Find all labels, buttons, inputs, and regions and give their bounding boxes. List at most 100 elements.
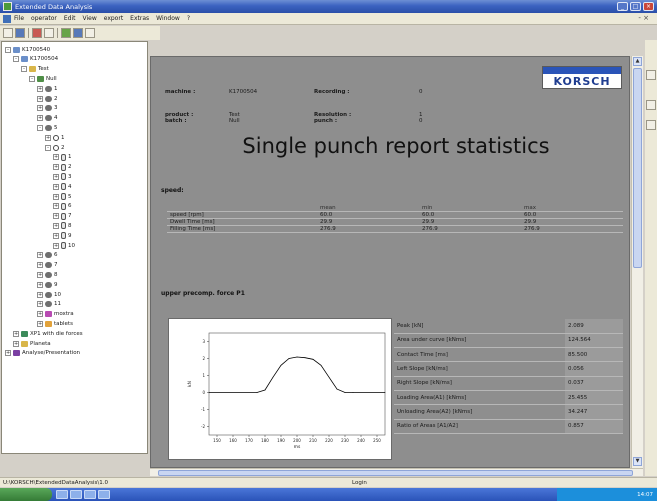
- taskbar-app-icon[interactable]: [56, 490, 68, 499]
- expand-icon[interactable]: +: [37, 105, 43, 112]
- collapse-icon[interactable]: -: [5, 46, 11, 53]
- taskbar-app-icon[interactable]: [70, 490, 82, 499]
- save-icon[interactable]: [3, 28, 13, 38]
- expand-icon[interactable]: +: [53, 173, 59, 180]
- horizontal-scrollbar[interactable]: [150, 468, 643, 476]
- tree-item[interactable]: + Analyse/Presentation: [5, 349, 80, 358]
- tree-item[interactable]: + tablets: [37, 319, 73, 328]
- tree-item[interactable]: -2: [45, 143, 65, 152]
- project-tree[interactable]: - K1700540- K1700504- Test - Null +1 +2 +3 +4-5 +1…: [1, 41, 148, 454]
- expand-icon[interactable]: +: [37, 271, 43, 278]
- help-icon[interactable]: [85, 28, 95, 38]
- menu-window[interactable]: Window: [156, 15, 180, 22]
- expand-icon[interactable]: +: [53, 164, 59, 171]
- expand-icon[interactable]: +: [37, 262, 43, 269]
- expand-icon[interactable]: +: [37, 95, 43, 102]
- side-tool-icon[interactable]: [646, 70, 656, 80]
- expand-icon[interactable]: +: [45, 134, 51, 141]
- tree-item[interactable]: + moxtra: [37, 310, 74, 319]
- punch-icon: [45, 252, 52, 259]
- tree-item[interactable]: +4: [37, 114, 58, 123]
- tree-item[interactable]: + Planeta: [13, 339, 51, 348]
- taskbar-app-icon[interactable]: [98, 490, 110, 499]
- chart-icon[interactable]: [61, 28, 71, 38]
- tree-item[interactable]: +10: [53, 241, 75, 250]
- tree-item[interactable]: +6: [37, 251, 58, 260]
- tree-item[interactable]: +7: [37, 261, 58, 270]
- close-button[interactable]: ×: [643, 2, 654, 11]
- tree-item[interactable]: +3: [37, 104, 58, 113]
- expand-icon[interactable]: +: [53, 154, 59, 161]
- tree-item[interactable]: +11: [37, 300, 61, 309]
- expand-icon[interactable]: +: [53, 242, 59, 249]
- vertical-scrollbar[interactable]: ▲ ▼: [631, 56, 643, 468]
- expand-icon[interactable]: +: [53, 183, 59, 190]
- tree-item[interactable]: +10: [37, 290, 61, 299]
- tree-item[interactable]: +1: [53, 153, 72, 162]
- expand-icon[interactable]: +: [37, 281, 43, 288]
- menu-file[interactable]: File: [14, 15, 24, 22]
- tree-item[interactable]: +9: [53, 231, 72, 240]
- tree-item[interactable]: - K1700540: [5, 45, 50, 54]
- maximize-button[interactable]: □: [630, 2, 641, 11]
- tree-item[interactable]: +8: [53, 221, 72, 230]
- tree-item[interactable]: - K1700504: [13, 55, 58, 64]
- tree-item[interactable]: +2: [53, 163, 72, 172]
- tree-item[interactable]: +8: [37, 270, 58, 279]
- collapse-icon[interactable]: -: [21, 66, 27, 73]
- side-tool-icon[interactable]: [646, 120, 656, 130]
- expand-icon[interactable]: +: [37, 301, 43, 308]
- tree-item[interactable]: +4: [53, 182, 72, 191]
- expand-icon[interactable]: +: [37, 115, 43, 122]
- expand-icon[interactable]: +: [5, 350, 11, 357]
- expand-icon[interactable]: +: [37, 311, 43, 318]
- collapse-icon[interactable]: -: [29, 75, 35, 82]
- tree-item[interactable]: +5: [53, 192, 72, 201]
- menu-export[interactable]: export: [104, 15, 123, 22]
- expand-icon[interactable]: +: [13, 340, 19, 347]
- expand-icon[interactable]: +: [13, 330, 19, 337]
- scroll-down-button[interactable]: ▼: [633, 457, 642, 466]
- tree-item[interactable]: +2: [37, 94, 58, 103]
- expand-icon[interactable]: +: [53, 222, 59, 229]
- scroll-thumb[interactable]: [633, 68, 642, 268]
- side-tool-icon[interactable]: [646, 100, 656, 110]
- measure-icon[interactable]: [73, 28, 83, 38]
- collapse-icon[interactable]: -: [45, 144, 51, 151]
- menu-view[interactable]: View: [82, 15, 96, 22]
- station-icon: [61, 183, 66, 191]
- expand-icon[interactable]: +: [53, 193, 59, 200]
- open-icon[interactable]: [15, 28, 25, 38]
- menu-extras[interactable]: Extras: [130, 15, 149, 22]
- tree-item[interactable]: +7: [53, 212, 72, 221]
- expand-icon[interactable]: +: [37, 252, 43, 259]
- report-icon[interactable]: [32, 28, 42, 38]
- scroll-thumb[interactable]: [158, 470, 633, 476]
- tree-item[interactable]: - Test: [21, 65, 49, 74]
- expand-icon[interactable]: +: [53, 213, 59, 220]
- expand-icon[interactable]: +: [37, 291, 43, 298]
- tree-item[interactable]: +6: [53, 202, 72, 211]
- tree-item[interactable]: - Null: [29, 74, 57, 83]
- tree-item[interactable]: + XP1 with die forces: [13, 329, 83, 338]
- expand-icon[interactable]: +: [53, 203, 59, 210]
- scroll-up-button[interactable]: ▲: [633, 57, 642, 66]
- tree-item[interactable]: -5: [37, 123, 58, 132]
- expand-icon[interactable]: +: [53, 232, 59, 239]
- expand-icon[interactable]: +: [37, 85, 43, 92]
- tree-item[interactable]: +1: [37, 84, 58, 93]
- tree-item[interactable]: +3: [53, 172, 72, 181]
- tree-item[interactable]: +9: [37, 280, 58, 289]
- menu-edit[interactable]: Edit: [64, 15, 76, 22]
- tree-item[interactable]: +1: [45, 133, 65, 142]
- taskbar-app-icon[interactable]: [84, 490, 96, 499]
- mdi-controls[interactable]: - ×: [638, 14, 649, 22]
- menu-operator[interactable]: operator: [31, 15, 57, 22]
- collapse-icon[interactable]: -: [13, 56, 19, 63]
- collapse-icon[interactable]: -: [37, 124, 43, 131]
- menu-help[interactable]: ?: [187, 15, 190, 22]
- expand-icon[interactable]: +: [37, 320, 43, 327]
- minimize-button[interactable]: _: [617, 2, 628, 11]
- print-icon[interactable]: [44, 28, 54, 38]
- start-button[interactable]: [0, 488, 52, 501]
